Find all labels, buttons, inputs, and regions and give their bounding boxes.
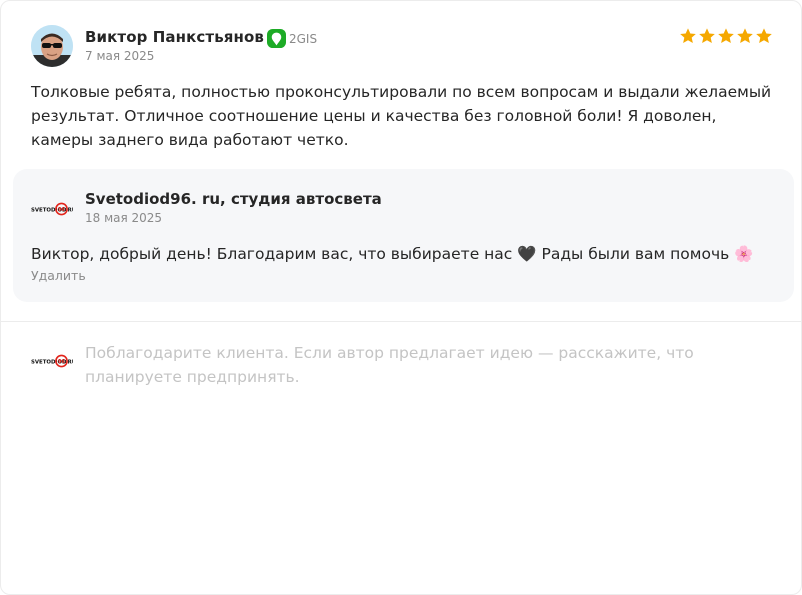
review-source: 2GIS xyxy=(267,29,317,48)
avatar-photo xyxy=(31,25,73,67)
logo-text-badge: 96 xyxy=(58,207,65,213)
composer-business-logo: SVETODIOD 96 RU xyxy=(31,354,73,368)
star-icon xyxy=(680,28,696,44)
business-reply: SVETODIOD 96 RU Svetodiod96. ru, студия … xyxy=(13,169,794,302)
composer-logo-image: SVETODIOD 96 RU xyxy=(31,354,73,368)
star-icon xyxy=(756,28,772,44)
author-name[interactable]: Виктор Панкстьянов xyxy=(85,28,264,46)
source-label: 2GIS xyxy=(289,31,318,46)
logo-text-part2: RU xyxy=(68,207,73,213)
reply-date: 18 мая 2025 xyxy=(85,211,163,225)
delete-reply-button[interactable]: Удалить xyxy=(31,268,86,283)
composer-logo-text-part2: RU xyxy=(68,359,73,365)
2gis-icon xyxy=(267,29,286,48)
star-icon xyxy=(718,28,734,44)
star-rating xyxy=(679,27,773,45)
review-date: 7 мая 2025 xyxy=(85,49,155,63)
author-avatar[interactable] xyxy=(31,25,73,67)
star-icon xyxy=(737,28,753,44)
business-logo-image: SVETODIOD 96 RU xyxy=(31,202,73,216)
business-logo: SVETODIOD 96 RU xyxy=(31,202,73,216)
reply-input[interactable] xyxy=(85,341,785,397)
review-card: Виктор Панкстьянов 2GIS 7 мая 2025 Толко… xyxy=(0,0,802,595)
divider xyxy=(1,321,802,322)
review-text: Толковые ребята, полностью проконсультир… xyxy=(31,83,772,149)
business-name: Svetodiod96. ru, студия автосвета xyxy=(85,190,382,208)
star-icon xyxy=(699,28,715,44)
reply-text: Виктор, добрый день! Благодарим вас, что… xyxy=(31,245,754,263)
composer-logo-text-badge: 96 xyxy=(58,359,65,365)
